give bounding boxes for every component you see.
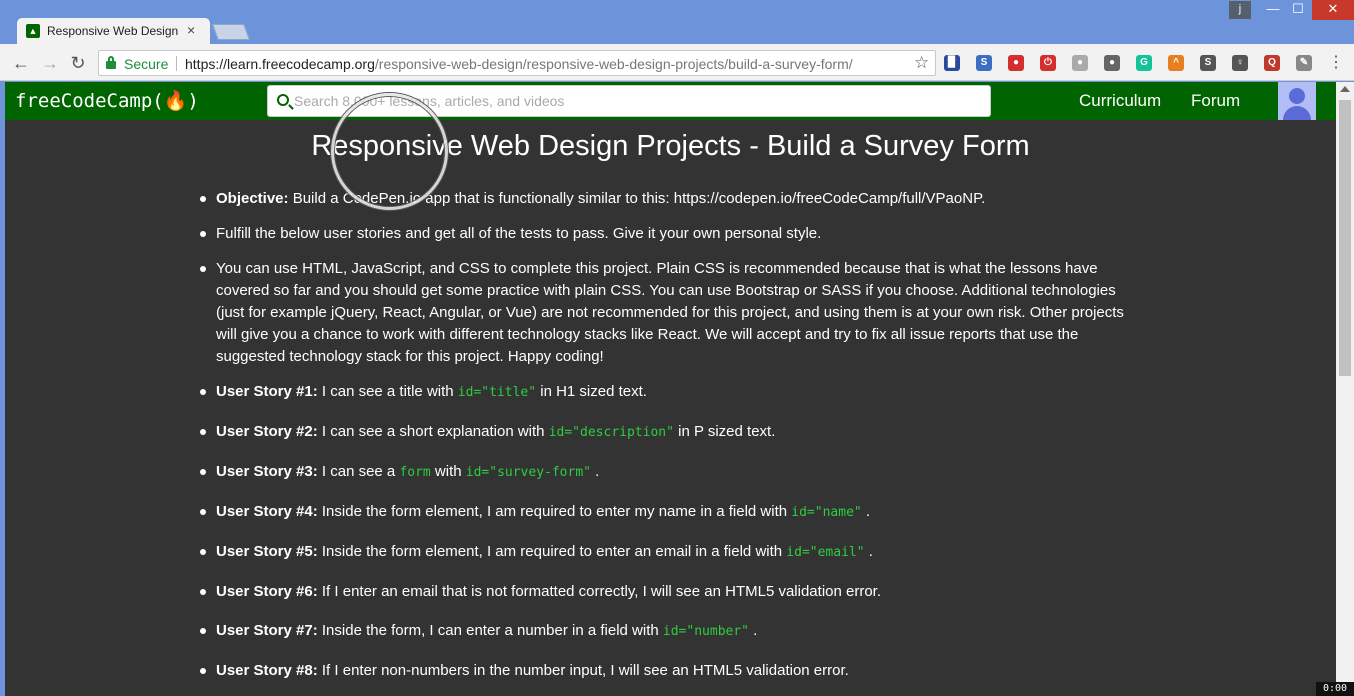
bookmark-star-icon[interactable]: ☆: [914, 53, 929, 73]
fcc-logo[interactable]: freeCodeCamp(🔥): [15, 89, 199, 112]
code-snippet: id="title": [457, 385, 537, 400]
scroll-thumb[interactable]: [1339, 100, 1351, 376]
user-story-label: User Story #6:: [216, 583, 318, 600]
code-snippet: id="survey-form": [465, 465, 591, 480]
power-ext-icon[interactable]: ⏻: [1040, 55, 1056, 71]
user-story-text: in H1 sized text.: [536, 383, 647, 400]
scroll-up-arrow-icon[interactable]: [1340, 86, 1350, 92]
user-story-item: User Story #8: If I enter non-numbers in…: [200, 660, 1146, 682]
user-story-item: User Story #1: I can see a title with id…: [200, 381, 1146, 404]
page-scrollbar[interactable]: [1336, 82, 1354, 696]
fcc-navbar: freeCodeCamp(🔥) Curriculum Forum: [5, 82, 1336, 120]
q-ext-icon[interactable]: Q: [1264, 55, 1280, 71]
user-story-text: in P sized text.: [673, 423, 776, 440]
search-icon: [277, 94, 289, 106]
chrome-menu-icon[interactable]: ⋮: [1328, 52, 1344, 72]
user-story-item: User Story #2: I can see a short explana…: [200, 421, 1146, 444]
shield-ext-icon[interactable]: ●: [1008, 55, 1024, 71]
address-separator: [176, 56, 177, 71]
code-snippet: id="number": [662, 624, 749, 639]
user-story-text: I can see a: [317, 463, 400, 480]
profile-button[interactable]: j: [1229, 1, 1251, 19]
user-story-label: User Story #3:: [216, 463, 318, 480]
code-snippet: id="name": [791, 505, 862, 520]
user-story-text: Inside the form, I can enter a number in…: [317, 622, 663, 639]
user-story-label: User Story #4:: [216, 503, 318, 520]
reload-icon[interactable]: ↻: [67, 52, 89, 74]
s-ext-icon[interactable]: S: [976, 55, 992, 71]
user-story-label: User Story #2:: [216, 423, 318, 440]
rainbow-ext-icon[interactable]: ^: [1168, 55, 1184, 71]
web-page: freeCodeCamp(🔥) Curriculum Forum Respons…: [5, 82, 1336, 696]
user-story-text: I can see a short explanation with: [317, 423, 549, 440]
secure-label: Secure: [124, 56, 169, 72]
user-story-text: .: [591, 463, 600, 480]
user-story-item: User Story #3: I can see a form with id=…: [200, 461, 1146, 484]
maximize-button[interactable]: ☐: [1288, 0, 1308, 20]
instruction-text: You can use HTML, JavaScript, and CSS to…: [216, 260, 1124, 365]
avatar-head-icon: [1289, 88, 1305, 104]
grey-ext-icon[interactable]: ●: [1072, 55, 1088, 71]
pin-ext-icon[interactable]: ●: [1104, 55, 1120, 71]
user-story-item: User Story #4: Inside the form element, …: [200, 501, 1146, 524]
url-path: /responsive-web-design/responsive-web-de…: [374, 56, 853, 72]
challenge-content: Responsive Web Design Projects - Build a…: [5, 120, 1336, 696]
close-window-button[interactable]: ✕: [1312, 0, 1354, 20]
browser-window: ▲ Responsive Web Design P × j — ☐ ✕ ← → …: [0, 0, 1354, 696]
new-tab-button[interactable]: [212, 24, 250, 40]
pen-ext-icon[interactable]: ✎: [1296, 55, 1312, 71]
url-text[interactable]: https://learn.freecodecamp.org/responsiv…: [185, 56, 853, 72]
user-story-item: User Story #7: Inside the form, I can en…: [200, 620, 1146, 643]
nav-link-forum[interactable]: Forum: [1191, 91, 1240, 111]
title-bar: ▲ Responsive Web Design P × j — ☐ ✕: [0, 0, 1354, 44]
user-story-label: User Story #7:: [216, 622, 318, 639]
address-bar[interactable]: Secure https://learn.freecodecamp.org/re…: [98, 50, 936, 76]
user-story-text: If I enter non-numbers in the number inp…: [317, 662, 849, 679]
forward-arrow-icon[interactable]: →: [39, 52, 61, 74]
instructions-list: Objective: Build a CodePen.io app that i…: [200, 188, 1146, 696]
recording-timer: 0:00: [1316, 682, 1354, 696]
code-snippet: id="description": [548, 425, 674, 440]
tab-close-icon[interactable]: ×: [187, 22, 195, 38]
user-story-label: User Story #1:: [216, 383, 318, 400]
code-snippet: id="email": [786, 545, 865, 560]
user-story-text: .: [749, 622, 758, 639]
user-story-label: User Story #8:: [216, 662, 318, 679]
s2-ext-icon[interactable]: S: [1200, 55, 1216, 71]
minimize-button[interactable]: —: [1258, 0, 1288, 20]
user-story-text: Inside the form element, I am required t…: [317, 543, 787, 560]
tab-title: Responsive Web Design P: [47, 24, 182, 38]
user-story-text: .: [864, 543, 873, 560]
nav-link-curriculum[interactable]: Curriculum: [1079, 91, 1161, 111]
avatar-body-icon: [1283, 106, 1311, 120]
user-story-text: .: [861, 503, 871, 520]
lock-icon: [106, 56, 116, 69]
click-highlight-ring: [331, 93, 448, 210]
bookmark-ext-icon[interactable]: ▉: [944, 55, 960, 71]
user-story-text: If I enter an email that is not formatte…: [317, 583, 882, 600]
instruction-lead: Objective:: [216, 190, 289, 207]
user-story-text: Inside the form element, I am required t…: [317, 503, 792, 520]
instruction-item: You can use HTML, JavaScript, and CSS to…: [200, 258, 1146, 368]
user-story-text: with: [430, 463, 466, 480]
instruction-text: Fulfill the below user stories and get a…: [216, 225, 822, 242]
bulb-ext-icon[interactable]: ♀: [1232, 55, 1248, 71]
grammarly-icon[interactable]: G: [1136, 55, 1152, 71]
code-snippet: form: [399, 465, 431, 480]
user-story-item: User Story #6: If I enter an email that …: [200, 581, 1146, 603]
avatar[interactable]: [1278, 82, 1316, 120]
browser-toolbar: ← → ↻ Secure https://learn.freecodecamp.…: [0, 44, 1354, 81]
page-title: Responsive Web Design Projects - Build a…: [311, 130, 1030, 162]
browser-tab[interactable]: ▲ Responsive Web Design P ×: [17, 18, 210, 44]
url-host: https://learn.freecodecamp.org: [185, 56, 375, 72]
back-arrow-icon[interactable]: ←: [10, 52, 32, 74]
user-story-text: I can see a title with: [317, 383, 458, 400]
fcc-favicon-icon: ▲: [26, 24, 40, 38]
user-story-item: User Story #5: Inside the form element, …: [200, 541, 1146, 564]
user-story-label: User Story #5:: [216, 543, 318, 560]
instruction-item: Fulfill the below user stories and get a…: [200, 223, 1146, 245]
